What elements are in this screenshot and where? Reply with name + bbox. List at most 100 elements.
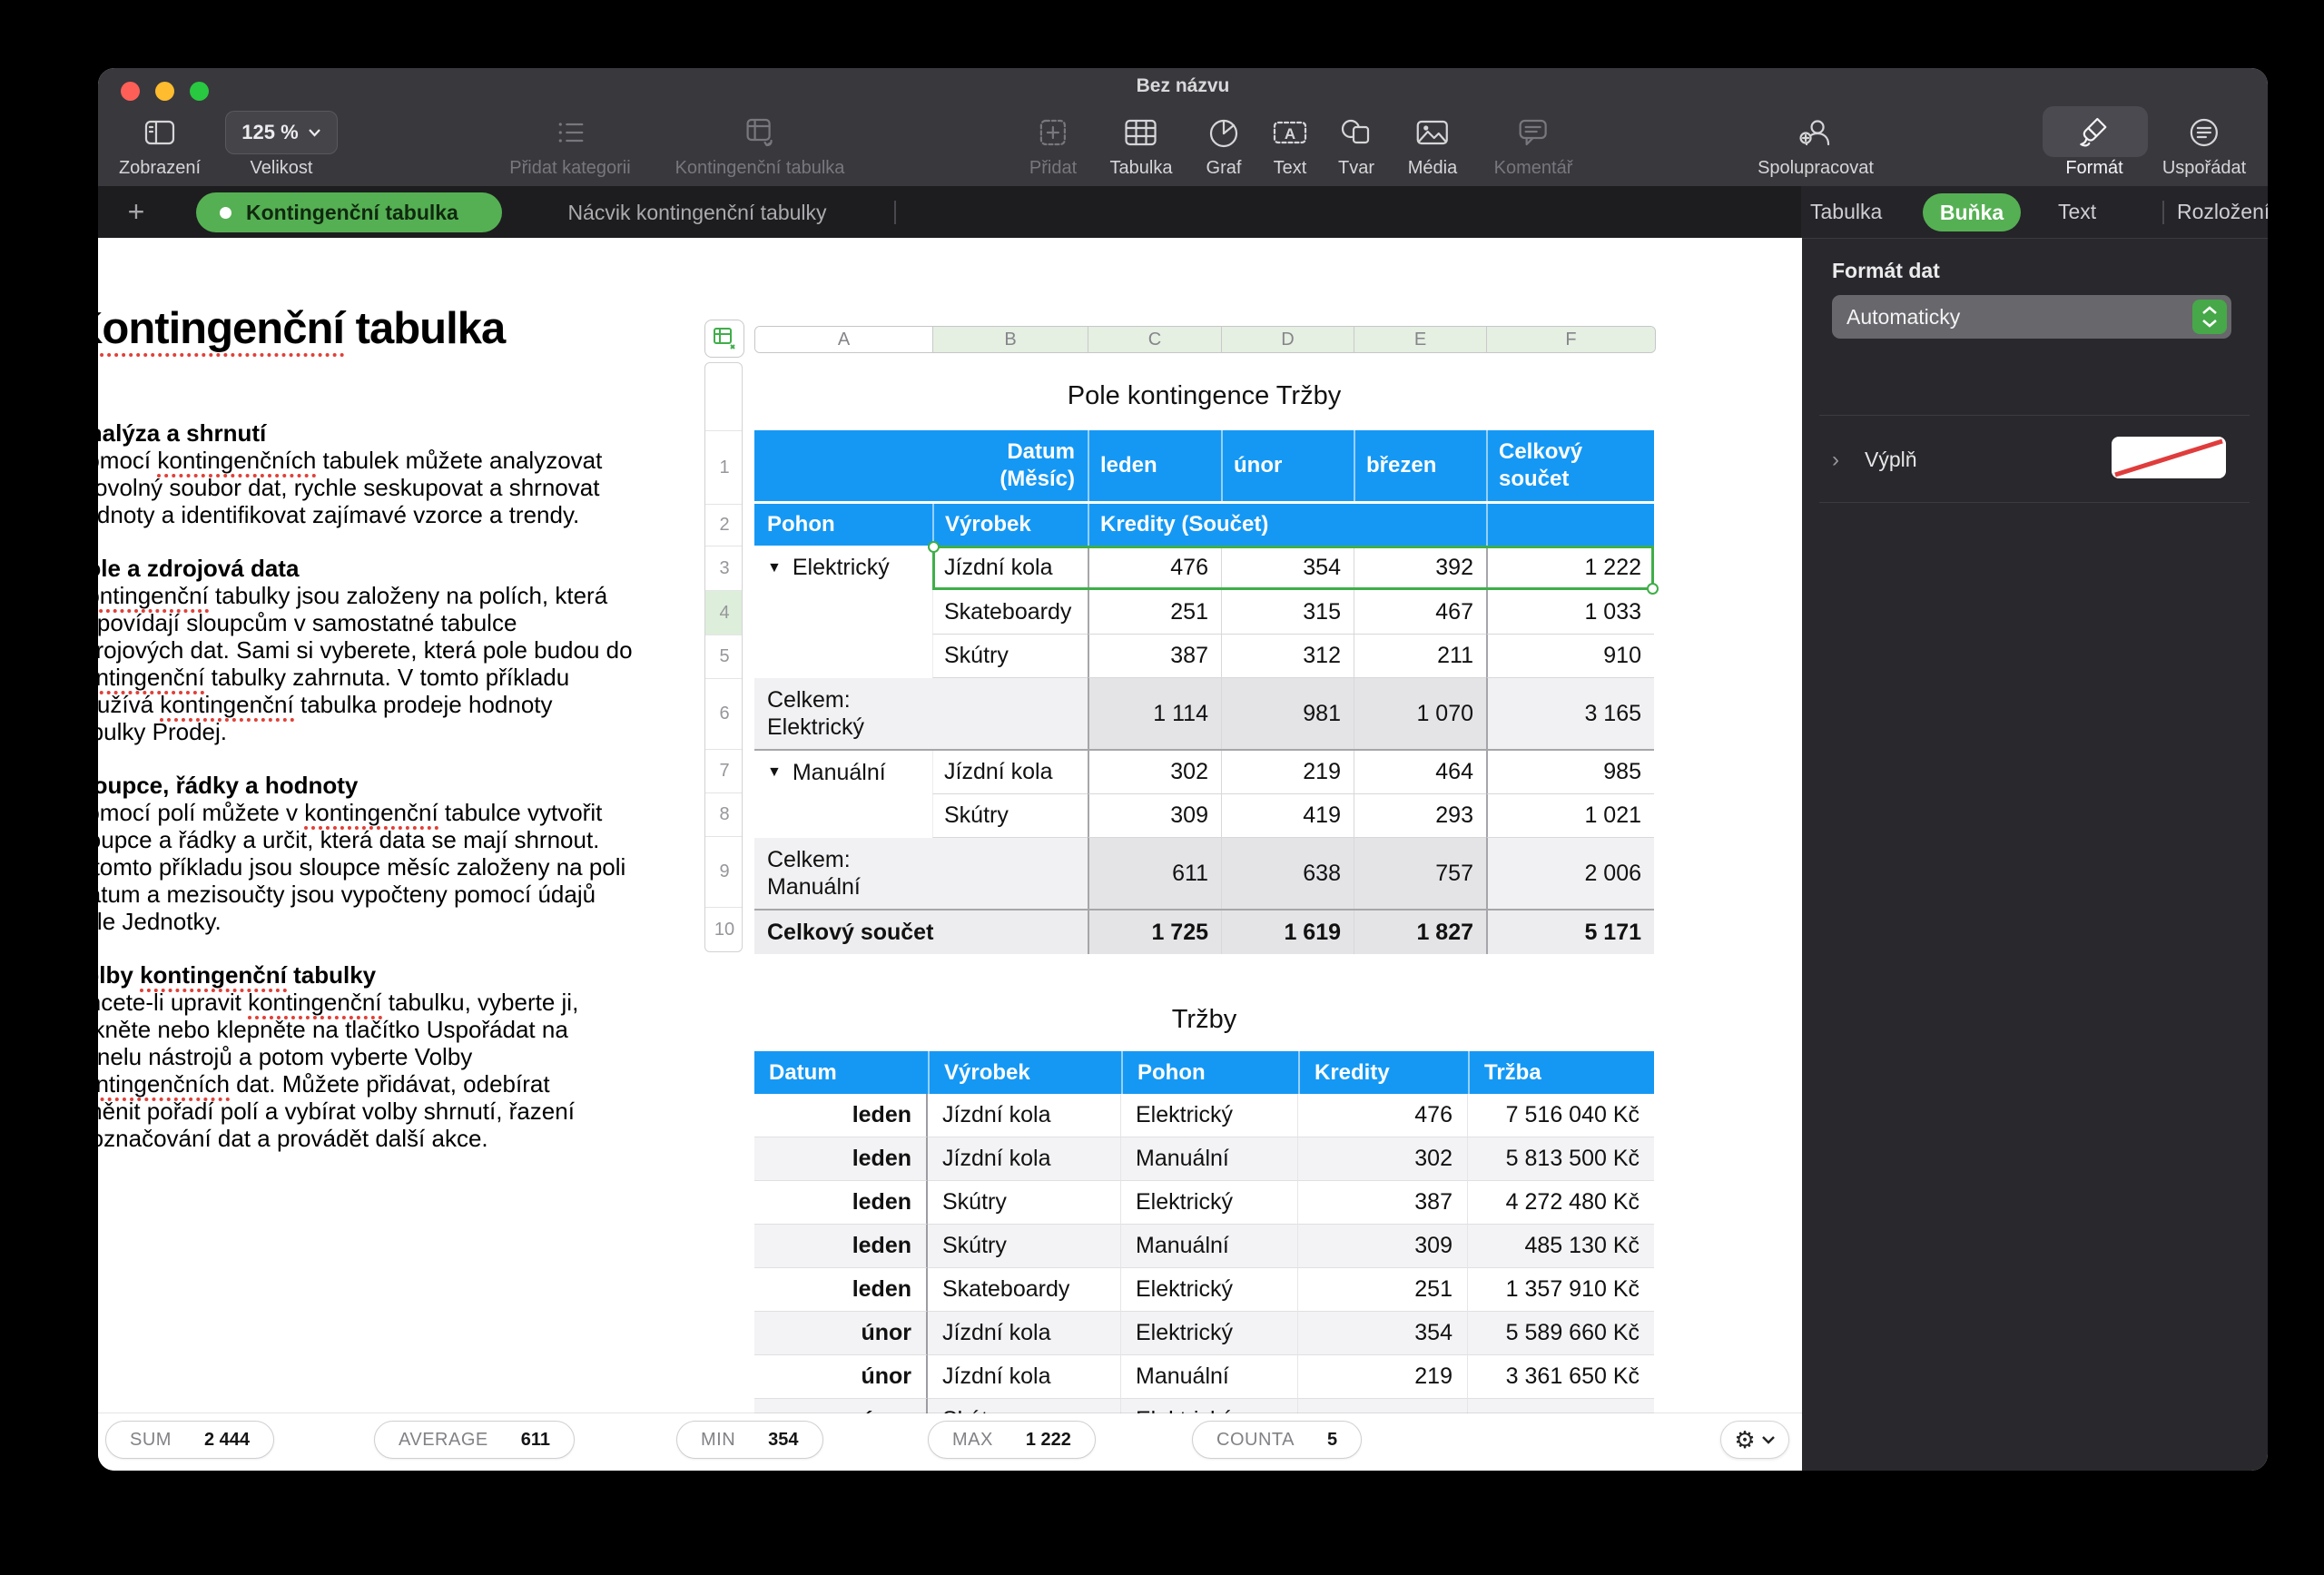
sheet-tab-inactive[interactable]: Nácvik kontingenční tabulky [543, 192, 852, 232]
pivot-cell-value[interactable]: 387 [1088, 635, 1221, 678]
row-header-10[interactable]: 10 [705, 908, 742, 951]
sales-table[interactable]: Datum Výrobek Pohon Kredity Tržba leden Jízdní… [754, 1051, 1654, 1413]
pivot-cell-empty[interactable] [1486, 504, 1654, 546]
sales-cell[interactable]: Elektrický [1121, 1181, 1298, 1225]
sales-cell[interactable]: Elektrický [1121, 1268, 1298, 1312]
sales-header-Výrobek[interactable]: Výrobek [928, 1051, 1121, 1094]
sheet-tab-active[interactable]: Kontingenční tabulka [196, 192, 502, 232]
sales-cell[interactable]: Elektrický [1121, 1312, 1298, 1355]
add-sheet-button[interactable]: + [118, 193, 154, 230]
pivot-cell-value[interactable]: 309 [1088, 794, 1221, 838]
pivot-cell-value[interactable]: 293 [1354, 794, 1486, 838]
column-header-strip[interactable]: ABCDEF [754, 326, 1656, 353]
chevron-right-icon[interactable]: › [1832, 448, 1839, 473]
pivot-cell-month[interactable]: březen [1354, 430, 1486, 501]
pivot-cell-value[interactable]: 1 033 [1486, 590, 1654, 635]
column-header-C[interactable]: C [1088, 327, 1222, 352]
column-header-A[interactable]: A [755, 327, 933, 352]
tvar-toolbar-button[interactable]: Tvar [1338, 109, 1374, 179]
pivot-cell-kredity-soucet[interactable]: Kredity (Součet) [1088, 504, 1486, 546]
pivot-cell-value[interactable]: 985 [1486, 751, 1654, 794]
pivot-cell-datum-mesic[interactable]: Datum (Měsíc) [754, 430, 1088, 501]
row-header-8[interactable]: 8 [705, 793, 742, 837]
pivot-cell-value[interactable]: 312 [1221, 635, 1354, 678]
pivot-cell-month[interactable]: leden [1088, 430, 1221, 501]
sales-cell[interactable]: Jízdní kola [928, 1137, 1121, 1181]
row-header-6[interactable]: 6 [705, 679, 742, 750]
pivot-cell-value[interactable]: 5 171 [1486, 911, 1654, 954]
tab-rozlozeni[interactable]: Rozložení [2177, 186, 2268, 238]
tabulka-toolbar-button[interactable]: Tabulka [1110, 109, 1172, 179]
media-toolbar-button[interactable]: Média [1408, 109, 1457, 179]
pivot-cell-value[interactable]: 1 021 [1486, 794, 1654, 838]
pivot-cell-product[interactable]: Skateboardy [932, 590, 1088, 635]
pivot-cell-group[interactable] [754, 590, 932, 635]
graf-toolbar-button[interactable]: Graf [1206, 109, 1242, 179]
fill-swatch-no-fill[interactable] [2112, 437, 2226, 478]
sales-cell[interactable]: 302 [1298, 1137, 1468, 1181]
pivot-cell-value[interactable]: 2 006 [1486, 838, 1654, 909]
sales-cell[interactable]: 3 361 650 Kč [1468, 1355, 1654, 1399]
column-header-F[interactable]: F [1487, 327, 1655, 352]
text-box[interactable]: Kontingenční tabulkaAnalýza a shrnutíPom… [98, 303, 633, 1152]
pivot-cell-month[interactable]: únor [1221, 430, 1354, 501]
pivot-cell-value[interactable]: 910 [1486, 635, 1654, 678]
pivot-cell-total-label[interactable]: Celkový součet [754, 911, 1088, 954]
zoom-level-button[interactable]: 125 % [225, 111, 338, 154]
pivot-cell-value[interactable]: 251 [1088, 590, 1221, 635]
pivot-cell-group[interactable] [754, 794, 932, 838]
status-pill-sum[interactable]: SUM 2 444 [105, 1421, 275, 1459]
pivot-cell-value[interactable]: 757 [1354, 838, 1486, 909]
pivot-cell-value[interactable]: 981 [1221, 678, 1354, 749]
sales-cell[interactable]: 251 [1298, 1268, 1468, 1312]
sales-header-Tržba[interactable]: Tržba [1468, 1051, 1654, 1094]
status-pill-average[interactable]: AVERAGE 611 [374, 1421, 575, 1459]
sales-cell[interactable]: Skútry [928, 1225, 1121, 1268]
pivot-cell-value[interactable]: 419 [1221, 794, 1354, 838]
pivot-cell-value[interactable]: 1 070 [1354, 678, 1486, 749]
tab-bunka-active[interactable]: Buňka [1923, 193, 2021, 231]
pivot-cell-value[interactable]: 3 165 [1486, 678, 1654, 749]
status-pill-max[interactable]: MAX 1 222 [928, 1421, 1096, 1459]
sales-cell[interactable]: 1 357 910 Kč [1468, 1268, 1654, 1312]
status-pill-min[interactable]: MIN 354 [676, 1421, 823, 1459]
sales-cell[interactable]: Skateboardy [928, 1268, 1121, 1312]
pivot-cell-total-label[interactable]: Celkem: Manuální [754, 838, 1088, 909]
sales-cell[interactable]: 5 589 660 Kč [1468, 1312, 1654, 1355]
pivot-table-title[interactable]: Pole kontingence Tržby [754, 362, 1654, 430]
pivot-cell-product[interactable]: Skútry [932, 794, 1088, 838]
row-header-strip[interactable]: 1 2 3 4 5 6 7 8 9 10 [704, 362, 743, 952]
pivot-cell-value[interactable]: 467 [1354, 590, 1486, 635]
velikost-toolbar-button[interactable]: 125 % Velikost [225, 109, 338, 179]
row-header-1[interactable]: 1 [705, 431, 742, 505]
format-toolbar-button[interactable]: Formát [2065, 109, 2123, 179]
disclosure-triangle-icon[interactable]: ▼ [767, 560, 782, 576]
sheet-canvas[interactable]: Kontingenční tabulkaAnalýza a shrnutíPom… [98, 238, 1802, 1413]
row-header-5[interactable]: 5 [705, 635, 742, 679]
stepper-icon[interactable] [2192, 300, 2227, 334]
column-header-E[interactable]: E [1354, 327, 1487, 352]
sales-cell[interactable]: Manuální [1121, 1137, 1298, 1181]
zobrazeni-toolbar-button[interactable]: Zobrazení [119, 109, 201, 179]
pivot-cell-value[interactable]: 611 [1088, 838, 1221, 909]
pivot-cell-value[interactable]: 1 619 [1221, 911, 1354, 954]
sales-cell[interactable]: 485 130 Kč [1468, 1225, 1654, 1268]
sales-cell[interactable]: Jízdní kola [928, 1094, 1121, 1137]
sales-cell[interactable]: únor [754, 1312, 928, 1355]
column-header-B[interactable]: B [933, 327, 1088, 352]
pivot-cell-value[interactable]: 1 725 [1088, 911, 1221, 954]
pivot-cell-value[interactable]: 211 [1354, 635, 1486, 678]
selection-handle[interactable] [1647, 583, 1659, 595]
sales-cell[interactable]: leden [754, 1094, 928, 1137]
sales-cell[interactable]: 309 [1298, 1225, 1468, 1268]
row-header-3[interactable]: 3 [705, 546, 742, 591]
sales-cell[interactable]: 476 [1298, 1094, 1468, 1137]
sales-cell[interactable]: 219 [1298, 1355, 1468, 1399]
row-header-2[interactable]: 2 [705, 505, 742, 546]
text-toolbar-button[interactable]: A Text [1270, 109, 1310, 179]
sales-cell[interactable]: Skútry [928, 1399, 1121, 1413]
pivot-cell-value[interactable]: 219 [1221, 751, 1354, 794]
sales-cell[interactable] [1468, 1399, 1654, 1413]
pivot-cell-pohon[interactable]: Pohon [754, 504, 932, 546]
data-format-dropdown[interactable]: Automaticky [1832, 295, 2231, 339]
